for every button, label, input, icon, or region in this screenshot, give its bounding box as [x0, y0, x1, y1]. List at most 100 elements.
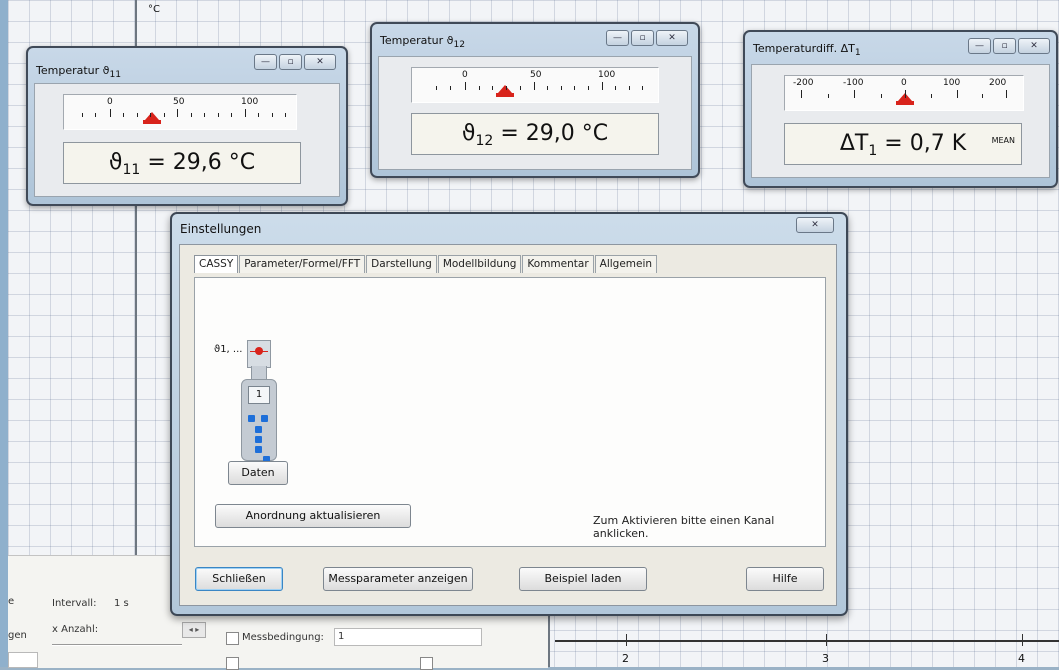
tab-kommentar[interactable]: Kommentar [522, 255, 594, 273]
meter-display: 0 50 100 ϑ12 = 29,0 °C [378, 56, 692, 170]
port-icon [255, 436, 262, 443]
scale-tick [602, 82, 603, 90]
clipped-label: e [8, 596, 15, 607]
cassy-tab-panel: ϑ1, ... 1 Daten Anordnung aktualisieren … [194, 277, 826, 547]
count-label: x Anzahl: [52, 624, 99, 635]
scale-tick [110, 109, 111, 117]
scale-tick [258, 113, 259, 117]
port-icon [255, 446, 262, 453]
scale-label: 0 [462, 70, 468, 80]
scale-label: 0 [107, 97, 113, 107]
sensor-channel-icon[interactable] [247, 340, 271, 368]
scale-label: -200 [793, 78, 814, 88]
minimize-icon[interactable]: — [606, 30, 629, 46]
scale-tick [506, 86, 507, 90]
scale-tick [931, 94, 932, 98]
interval-value[interactable]: 1 s [114, 598, 129, 609]
channel-label: ϑ1, ... [214, 344, 243, 355]
analog-scale: 0 50 100 [63, 94, 297, 130]
tab-modellbildung[interactable]: Modellbildung [437, 255, 522, 273]
port-icon [261, 415, 268, 422]
clipped-field[interactable] [8, 652, 38, 668]
value-marker-icon [498, 85, 512, 93]
minimize-icon[interactable]: — [968, 38, 991, 54]
scale-tick [561, 86, 562, 90]
device-number: 1 [248, 386, 270, 404]
scale-tick [1006, 90, 1007, 98]
meter-title: Temperatur ϑ11 [36, 64, 122, 81]
close-icon[interactable]: ✕ [796, 217, 834, 233]
mean-label: MEAN [991, 136, 1015, 145]
scale-label: 100 [241, 97, 259, 107]
update-arrangement-button[interactable]: Anordnung aktualisieren [215, 504, 411, 528]
scale-tick [801, 90, 802, 98]
scale-tick [191, 113, 192, 117]
scale-tick [957, 90, 958, 98]
meter-window-dt1[interactable]: Temperaturdiff. ΔT1 — ▫ ✕ -200 -100 0 10… [743, 30, 1058, 188]
scale-tick [123, 113, 124, 117]
analog-scale: -200 -100 0 100 200 [784, 75, 1024, 111]
scale-tick [615, 86, 616, 90]
maximize-icon[interactable]: ▫ [279, 54, 302, 70]
x-axis-line [555, 640, 1059, 642]
meter-title: Temperaturdiff. ΔT1 [753, 42, 861, 59]
scale-tick [534, 82, 535, 90]
maximize-icon[interactable]: ▫ [993, 38, 1016, 54]
scale-tick [285, 113, 286, 117]
scale-tick [137, 113, 138, 117]
count-spinner[interactable]: ◂ ▸ [182, 622, 206, 638]
scale-tick [881, 94, 882, 98]
value-marker-icon [145, 112, 159, 120]
scale-tick [150, 113, 151, 117]
meter-display: -200 -100 0 100 200 ΔT1 = 0,7 K MEAN [751, 64, 1050, 178]
scale-tick [218, 113, 219, 117]
tab-cassy[interactable]: CASSY [194, 255, 239, 273]
digital-readout: ΔT1 = 0,7 K MEAN [784, 123, 1022, 165]
close-icon[interactable]: ✕ [656, 30, 688, 46]
tab-parameter-formel-fft[interactable]: Parameter/Formel/FFT [239, 255, 366, 273]
scale-tick [177, 109, 178, 117]
scale-tick [854, 90, 855, 98]
scale-tick [982, 94, 983, 98]
show-parameters-button[interactable]: Messparameter anzeigen [323, 567, 473, 591]
close-icon[interactable]: ✕ [1018, 38, 1050, 54]
tab-allgemein[interactable]: Allgemein [594, 255, 658, 273]
cassy-device-icon[interactable]: 1 [241, 379, 277, 463]
meter-window-t11[interactable]: Temperatur ϑ11 — ▫ ✕ 0 50 100 ϑ11 = 29,6… [26, 46, 348, 206]
clipped-label: gen [8, 630, 27, 641]
digital-readout: ϑ12 = 29,0 °C [411, 113, 659, 155]
y-axis-unit: °C [148, 4, 160, 15]
hint-text: Zum Aktivieren bitte einen Kanal anklick… [593, 514, 775, 540]
condition-checkbox[interactable] [226, 632, 239, 645]
help-button[interactable]: Hilfe [746, 567, 824, 591]
load-example-button[interactable]: Beispiel laden [519, 567, 647, 591]
scale-label: 0 [901, 78, 907, 88]
checkbox[interactable] [226, 657, 239, 670]
checkbox[interactable] [420, 657, 433, 670]
close-icon[interactable]: ✕ [304, 54, 336, 70]
x-axis-tick [826, 634, 827, 646]
maximize-icon[interactable]: ▫ [631, 30, 654, 46]
meter-title: Temperatur ϑ12 [380, 34, 466, 51]
scale-tick [245, 109, 246, 117]
close-button[interactable]: Schließen [195, 567, 283, 591]
minimize-icon[interactable]: — [254, 54, 277, 70]
x-axis-tick-label: 4 [1018, 652, 1025, 665]
tab-bar: CASSY Parameter/Formel/FFT Darstellung M… [194, 255, 658, 273]
meter-window-t12[interactable]: Temperatur ϑ12 — ▫ ✕ 0 50 100 ϑ12 = 29,0… [370, 22, 700, 178]
scale-tick [588, 86, 589, 90]
scale-tick [450, 86, 451, 90]
scale-label: 100 [598, 70, 616, 80]
scale-tick [492, 86, 493, 90]
analog-scale: 0 50 100 [411, 67, 659, 103]
scale-tick [479, 86, 480, 90]
scale-tick [95, 113, 96, 117]
digital-readout: ϑ11 = 29,6 °C [63, 142, 301, 184]
x-axis-tick [1022, 634, 1023, 646]
divider [52, 644, 182, 646]
data-button[interactable]: Daten [228, 461, 288, 485]
settings-dialog[interactable]: Einstellungen ✕ CASSY Parameter/Formel/F… [170, 212, 848, 616]
condition-input[interactable]: 1 [334, 628, 482, 646]
window-controls: — ▫ ✕ [606, 30, 688, 46]
tab-darstellung[interactable]: Darstellung [366, 255, 437, 273]
